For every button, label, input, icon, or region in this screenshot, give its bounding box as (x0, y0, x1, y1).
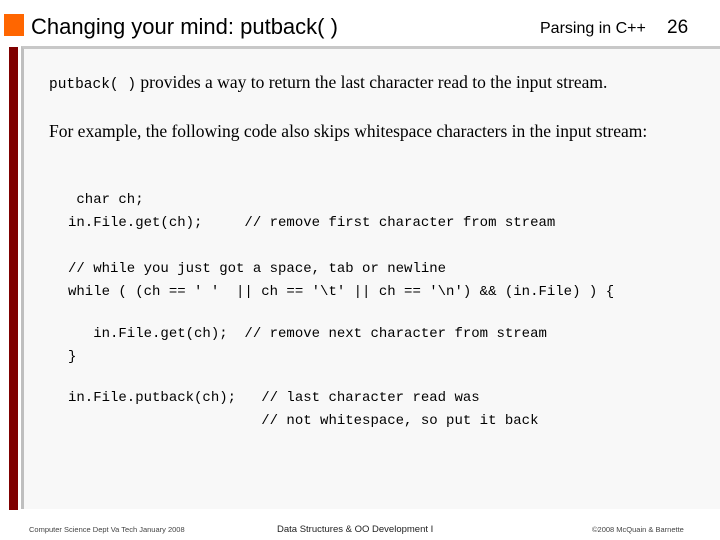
code-line: in.File.get(ch); // remove next characte… (68, 326, 547, 342)
title-accent-square (4, 14, 24, 36)
footer-center: Data Structures & OO Development I (277, 524, 434, 535)
footer-left: Computer Science Dept Va Tech January 20… (29, 525, 185, 534)
footer-right: ©2008 McQuain & Barnette (592, 525, 684, 534)
intro-code: putback( ) (49, 77, 137, 93)
code-line: while ( (ch == ' ' || ch == '\t' || ch =… (68, 284, 615, 300)
code-line: // while you just got a space, tab or ne… (68, 261, 447, 277)
example-paragraph: For example, the following code also ski… (49, 121, 648, 141)
code-line: // not whitespace, so put it back (68, 413, 539, 429)
slide-topic: Parsing in C++ (540, 20, 646, 37)
intro-text: provides a way to return the last charac… (136, 72, 608, 92)
side-accent-bar (9, 47, 18, 510)
code-line: in.File.get(ch); // remove first charact… (68, 215, 556, 231)
page-number: 26 (667, 17, 689, 38)
code-line: char ch; (68, 192, 144, 208)
intro-paragraph: putback( ) provides a way to return the … (49, 70, 607, 97)
code-line: } (68, 349, 77, 365)
slide-title: Changing your mind: putback( ) (31, 14, 338, 39)
code-line: in.File.putback(ch); // last character r… (68, 390, 480, 406)
